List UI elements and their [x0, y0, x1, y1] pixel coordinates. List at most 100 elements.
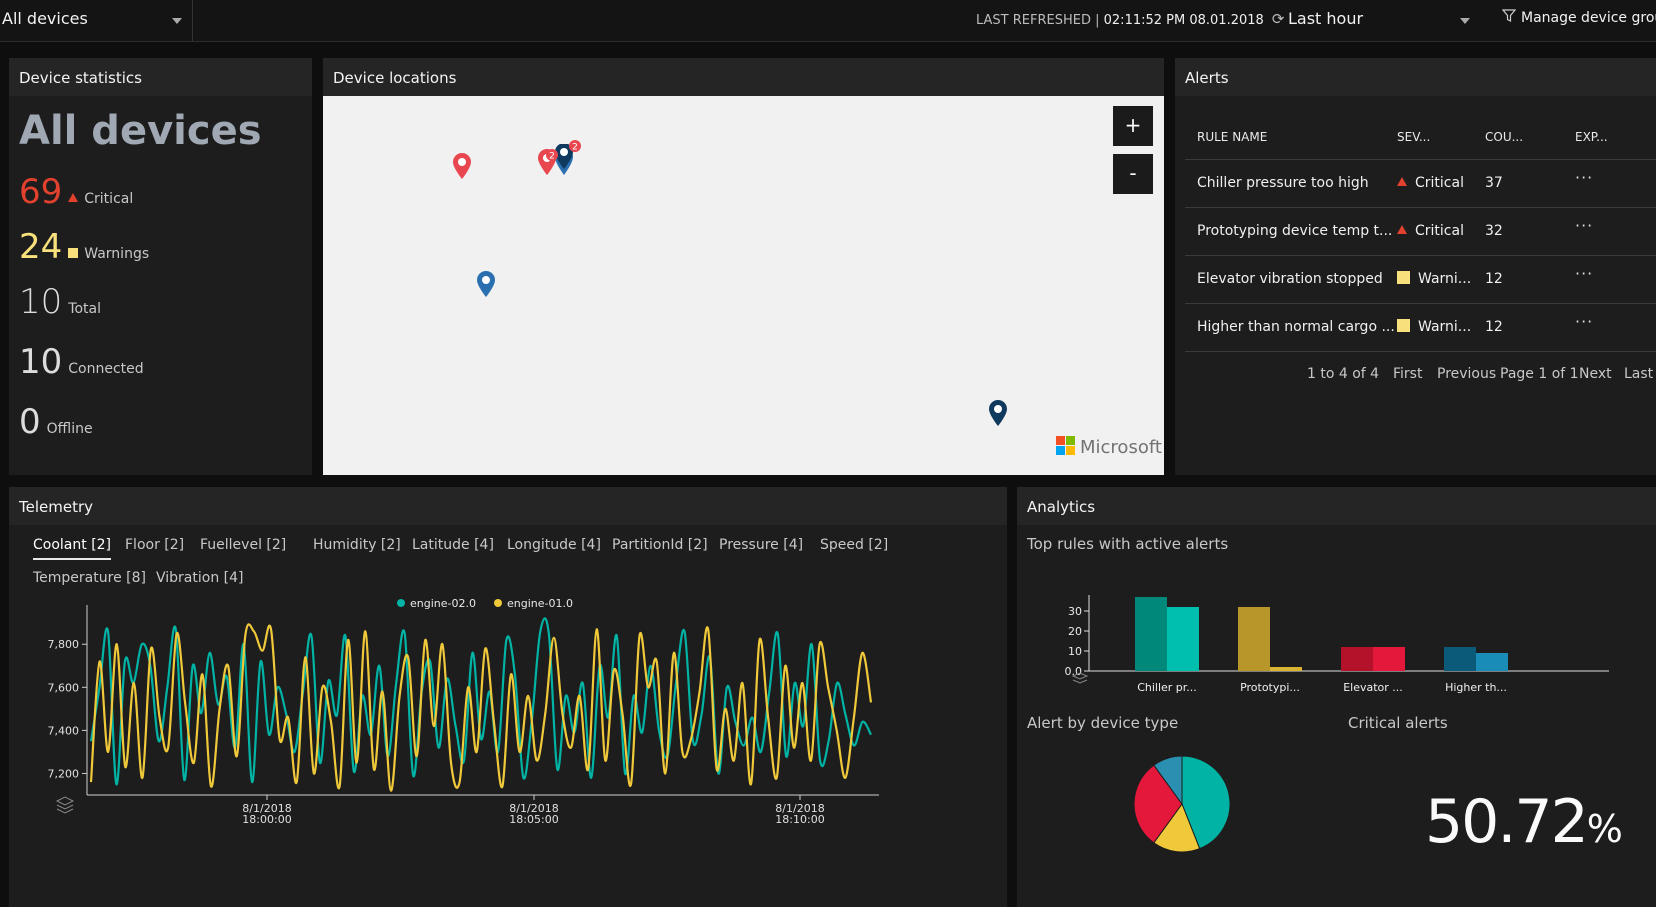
zoom-in-button[interactable]: + — [1113, 106, 1153, 146]
device-map[interactable]: + - 2 2 Microsoft — [323, 96, 1164, 475]
layers-icon-mid — [56, 804, 74, 810]
legend-label-engine-01.0: engine-01.0 — [507, 597, 573, 610]
pager-range: 1 to 4 of 4 — [1307, 366, 1380, 382]
category-label: Chiller pr... — [1137, 681, 1197, 694]
bar — [1167, 607, 1199, 671]
tab-fuellevel[interactable]: Fuellevel [2] — [200, 537, 286, 553]
y-tick-label: 30 — [1068, 605, 1082, 618]
table-row[interactable]: Elevator vibration stopped Warni... 12 ·… — [1185, 256, 1656, 304]
pager-first-link[interactable]: First — [1393, 366, 1422, 382]
time-range-dropdown[interactable]: Last hour — [1288, 9, 1470, 28]
warnings-stat: 24 Warnings — [19, 227, 149, 267]
microsoft-logo-icon — [1056, 436, 1076, 456]
legend-marker — [397, 599, 405, 607]
manage-device-group-button[interactable]: Manage device group — [1501, 9, 1656, 26]
chevron-down-icon — [1460, 18, 1470, 24]
map-pin-device-icon[interactable] — [475, 270, 497, 298]
warnings-label: Warnings — [84, 246, 150, 262]
more-options-icon[interactable]: ··· — [1575, 264, 1593, 283]
warnings-count: 24 — [19, 227, 63, 267]
alert-count: 12 — [1485, 271, 1503, 287]
tab-partitionid[interactable]: PartitionId [2] — [612, 537, 708, 553]
column-header-severity[interactable]: SEV... — [1397, 130, 1430, 144]
layers-icon-bottom — [1072, 679, 1088, 684]
tab-longitude[interactable]: Longitude [4] — [507, 537, 601, 553]
critical-triangle-icon — [1397, 225, 1407, 234]
alerts-table: RULE NAME SEV... COU... EXP... Chiller p… — [1185, 116, 1656, 352]
telemetry-line-chart[interactable]: engine-02.0 engine-01.0 7,200 7,400 7,600 7,8… — [9, 597, 1007, 907]
pager-last-link[interactable]: Last — [1624, 366, 1653, 382]
x-tick-time: 18:10:00 — [775, 813, 824, 826]
tab-floor[interactable]: Floor [2] — [125, 537, 184, 553]
last-refreshed-timestamp: 02:11:52 PM 08.01.2018 — [1103, 13, 1264, 28]
critical-label: Critical — [84, 191, 134, 207]
top-bar: All devices LAST REFRESHED | 02:11:52 PM… — [0, 0, 1656, 42]
series-line-engine-01.0 — [89, 623, 873, 792]
analytics-panel: Analytics Top rules with active alerts 0… — [1017, 487, 1656, 907]
more-options-icon[interactable]: ··· — [1575, 168, 1593, 187]
severity-cell: Warni... — [1397, 271, 1471, 287]
refresh-icon[interactable]: ⟳ — [1272, 10, 1285, 28]
severity-label: Warni... — [1418, 319, 1472, 335]
pager-next-link[interactable]: Next — [1579, 366, 1612, 382]
svg-text:2: 2 — [572, 143, 578, 153]
more-options-icon[interactable]: ··· — [1575, 216, 1593, 235]
y-tick-label: 7,400 — [48, 724, 80, 737]
connected-label: Connected — [68, 361, 144, 377]
y-tick-label: 7,600 — [48, 681, 80, 694]
bar — [1476, 653, 1508, 671]
offline-label: Offline — [46, 421, 93, 437]
top-rules-title: Top rules with active alerts — [1027, 535, 1229, 553]
severity-cell: Critical — [1397, 175, 1464, 191]
severity-cell: Warni... — [1397, 319, 1471, 335]
column-header-count[interactable]: COU... — [1485, 130, 1523, 144]
device-statistics-panel: Device statistics All devices 69 Critical… — [9, 58, 312, 475]
offline-stat: 0 Offline — [19, 402, 93, 442]
alert-by-device-type-title: Alert by device type — [1027, 714, 1179, 732]
column-header-explore[interactable]: EXP... — [1575, 130, 1608, 144]
critical-stat: 69 Critical — [19, 172, 133, 212]
alert-by-device-type-pie-chart[interactable] — [1127, 749, 1237, 859]
device-group-label: All devices — [2, 9, 88, 28]
svg-text:2: 2 — [549, 152, 555, 162]
map-pin-critical-icon[interactable] — [451, 152, 473, 180]
alerts-panel: Alerts RULE NAME SEV... COU... EXP... Ch… — [1175, 58, 1656, 475]
tab-temperature[interactable]: Temperature [8] — [33, 570, 146, 586]
tab-pressure[interactable]: Pressure [4] — [719, 537, 803, 553]
top-rules-bar-chart[interactable]: 0.0102030Chiller pr... Prototypi... Elevat… — [1017, 587, 1656, 697]
connected-count: 10 — [19, 342, 63, 382]
zoom-out-button[interactable]: - — [1113, 154, 1153, 194]
cluster-count-badge: 2 — [569, 140, 581, 153]
column-header-rule-name[interactable]: RULE NAME — [1197, 130, 1267, 144]
tab-speed[interactable]: Speed [2] — [820, 537, 888, 553]
critical-percent-number: 50.72 — [1425, 787, 1589, 857]
telemetry-panel: Telemetry Coolant [2] Floor [2] Fuelleve… — [9, 487, 1007, 907]
device-group-dropdown[interactable]: All devices — [0, 0, 193, 42]
more-options-icon[interactable]: ··· — [1575, 312, 1593, 331]
table-row[interactable]: Chiller pressure too high Critical 37 ··… — [1185, 160, 1656, 208]
map-pin-device-icon[interactable] — [987, 399, 1009, 427]
total-label: Total — [68, 301, 101, 317]
table-row[interactable]: Prototyping device temp t... Critical 32… — [1185, 208, 1656, 256]
critical-triangle-icon — [68, 193, 79, 202]
critical-alerts-title: Critical alerts — [1348, 714, 1448, 732]
layers-icon-top — [55, 796, 75, 806]
category-label: Prototypi... — [1240, 681, 1300, 694]
severity-label: Critical — [1415, 223, 1464, 239]
table-row[interactable]: Higher than normal cargo ... Warni... 12… — [1185, 304, 1656, 352]
bar — [1270, 667, 1302, 671]
pager-previous-link[interactable]: Previous — [1437, 366, 1496, 382]
microsoft-logo: Microsoft — [1056, 436, 1162, 458]
tab-vibration[interactable]: Vibration [4] — [156, 570, 243, 586]
severity-cell: Critical — [1397, 223, 1464, 239]
warning-square-icon — [1397, 319, 1410, 332]
layers-icon-bottom — [56, 808, 74, 814]
alert-count: 32 — [1485, 223, 1503, 239]
last-refreshed-label: LAST REFRESHED | — [976, 13, 1100, 28]
panel-title: Alerts — [1175, 58, 1656, 96]
tab-latitude[interactable]: Latitude [4] — [412, 537, 494, 553]
stats-heading: All devices — [19, 108, 262, 154]
tab-humidity[interactable]: Humidity [2] — [313, 537, 401, 553]
last-refreshed: LAST REFRESHED | 02:11:52 PM 08.01.2018 … — [976, 10, 1285, 28]
tab-coolant[interactable]: Coolant [2] — [33, 537, 112, 560]
